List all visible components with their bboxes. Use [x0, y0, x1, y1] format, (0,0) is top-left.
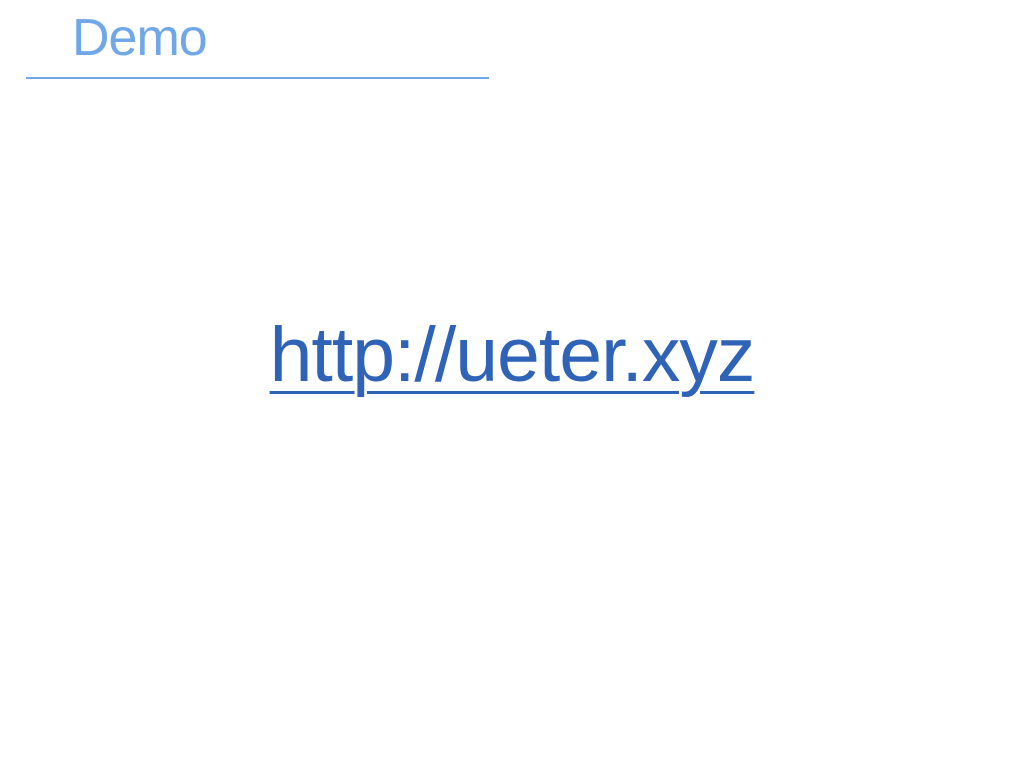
slide-title: Demo [72, 9, 208, 67]
slide: Demo http://ueter.xyz [0, 0, 1024, 768]
demo-link[interactable]: http://ueter.xyz [0, 310, 1024, 400]
title-divider [26, 77, 489, 79]
